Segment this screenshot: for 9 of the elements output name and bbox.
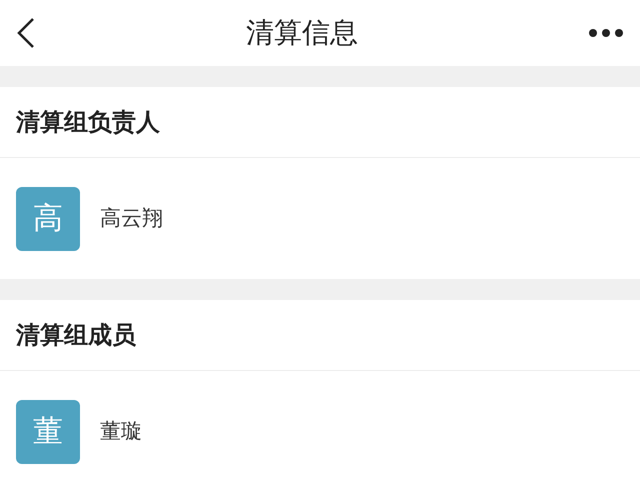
person-name[interactable]: 董璇 — [100, 416, 142, 448]
more-icon[interactable] — [588, 28, 624, 38]
avatar: 董 — [16, 400, 80, 464]
section-heading: 清算组成员 — [16, 320, 136, 351]
avatar: 高 — [16, 186, 80, 250]
person-name[interactable]: 高云翔 — [100, 202, 163, 234]
section-heading: 清算组负责人 — [16, 107, 160, 138]
back-icon[interactable] — [16, 17, 36, 49]
page-title: 清算信息 — [246, 15, 358, 51]
